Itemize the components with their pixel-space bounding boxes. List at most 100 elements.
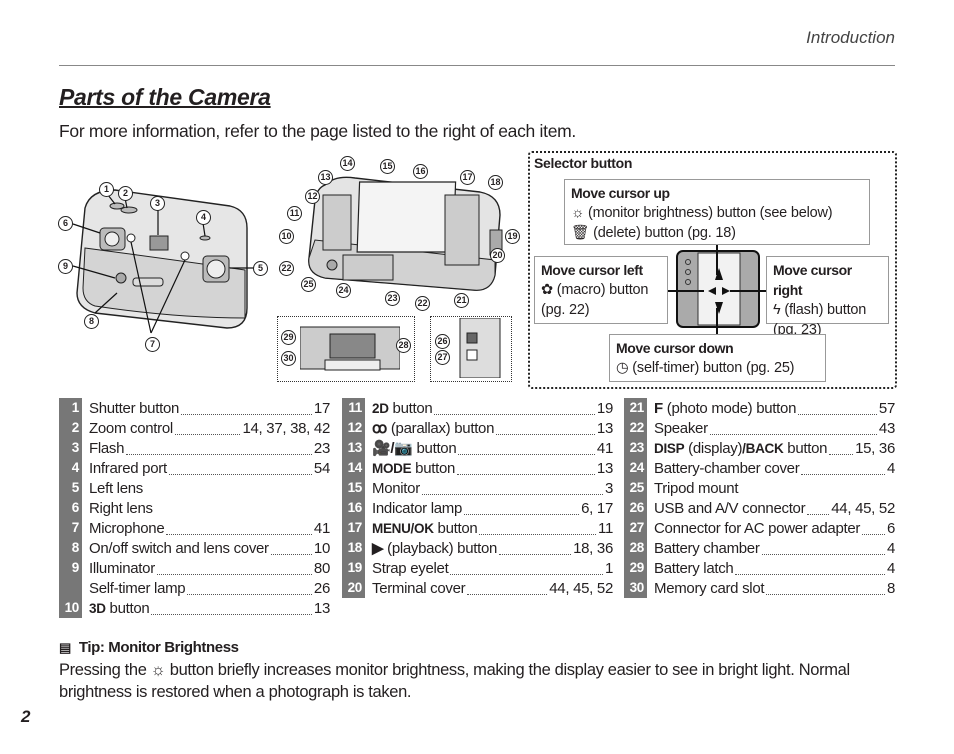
callout-16: 16 (413, 164, 428, 179)
leader-dots (126, 442, 312, 455)
part-page-ref: 8 (886, 579, 895, 597)
cursor-up-box: Move cursor up ☼ (monitor brightness) bu… (564, 179, 870, 245)
callout-4: 4 (196, 210, 211, 225)
part-page-ref: 23 (313, 439, 330, 457)
part-icon: F (654, 399, 663, 417)
callout-11: 11 (287, 206, 302, 221)
parts-row: 8 On/off switch and lens cover 10 (59, 538, 330, 558)
callout-14: 14 (340, 156, 355, 171)
part-number: 24 (624, 458, 647, 478)
part-label: Self-timer lamp (89, 579, 186, 597)
part-page-ref: 4 (886, 559, 895, 577)
part-label: MODE button (372, 459, 456, 477)
part-page-ref: 6 (886, 519, 895, 537)
leader-dots (181, 402, 312, 415)
cursor-left-box: Move cursor left ✿ (macro) button (pg. 2… (534, 256, 668, 324)
parts-row: 27 Connector for AC power adapter 6 (624, 518, 895, 538)
parts-row: 16 Indicator lamp 6, 17 (342, 498, 613, 518)
callout-10: 10 (279, 229, 294, 244)
part-label: Tripod mount (654, 479, 739, 497)
parts-column-3: 21 F (photo mode) button 57 22 Speaker 43 23 DI… (624, 398, 895, 598)
parts-row: 4 Infrared port 54 (59, 458, 330, 478)
part-label-bold: 2D (372, 400, 389, 416)
parts-row: 30 Memory card slot 8 (624, 578, 895, 598)
part-page-ref: 57 (878, 399, 895, 417)
cursor-up-line1: (monitor brightness) button (see below) (587, 205, 833, 221)
part-label: Microphone (89, 519, 165, 537)
leader-dots (499, 542, 572, 555)
callout-20: 20 (490, 248, 505, 263)
leader-dots (187, 582, 312, 595)
parts-row: 13 🎥/📷 button 41 (342, 438, 613, 458)
part-number: 20 (342, 578, 365, 598)
part-number: 26 (624, 498, 647, 518)
parts-row: 5 Left lens (59, 478, 330, 498)
delete-icon: 🗑 (571, 225, 590, 241)
part-number: 15 (342, 478, 365, 498)
callout-1: 1 (99, 182, 114, 197)
part-number: 4 (59, 458, 82, 478)
part-page-ref: 44, 45, 52 (831, 499, 895, 517)
callout-28: 28 (396, 338, 411, 353)
part-label: DISP (display)/BACK button (654, 439, 828, 457)
tip-body: Pressing the ☼ button briefly increases … (59, 659, 895, 703)
tip-heading-text: Tip: Monitor Brightness (78, 639, 239, 656)
part-number: 8 (59, 538, 82, 558)
leader-dots (709, 422, 877, 435)
callout-8: 8 (84, 314, 99, 329)
parts-row: 26 USB and A/V connector 44, 45, 52 (624, 498, 895, 518)
part-label-bold: /BACK (742, 440, 784, 456)
leader-dots (766, 582, 885, 595)
part-label: Speaker (654, 419, 708, 437)
part-label: Zoom control (89, 419, 173, 437)
part-page-ref: 11 (598, 519, 613, 537)
part-number: 23 (624, 438, 647, 458)
part-number: 30 (624, 578, 647, 598)
tip-body-start: Pressing the (59, 661, 147, 679)
part-page-ref: 6, 17 (581, 499, 613, 517)
battery-detail-illustration (300, 326, 400, 371)
tip-body-end: button briefly increases monitor brightn… (59, 661, 850, 701)
macro-icon: ✿ (541, 282, 553, 298)
part-page-ref: 26 (313, 579, 330, 597)
part-page-ref: 15, 36 (855, 439, 895, 457)
part-number: 7 (59, 518, 82, 538)
callout-29: 29 (281, 330, 296, 345)
header-rule (59, 65, 895, 66)
leader-dots (458, 442, 595, 455)
part-label: Shutter button (89, 399, 180, 417)
callout-30: 30 (281, 351, 296, 366)
callout-9: 9 (58, 259, 73, 274)
parts-row: 2 Zoom control 14, 37, 38, 42 (59, 418, 330, 438)
parts-row: 24 Battery-chamber cover 4 (624, 458, 895, 478)
leader-dots (450, 562, 603, 575)
part-page-ref: 14, 37, 38, 42 (242, 419, 330, 437)
cursor-left-heading: Move cursor left (541, 262, 643, 278)
callout-22a: 22 (279, 261, 294, 276)
parts-row: 11 2D button 19 (342, 398, 613, 418)
part-label: Illuminator (89, 559, 155, 577)
part-page-ref: 18, 36 (573, 539, 613, 557)
parts-row: 12 ꝏ (parallax) button 13 (342, 418, 613, 438)
leader-dots (798, 402, 877, 415)
parts-row: Self-timer lamp 26 (59, 578, 330, 598)
part-page-ref: 19 (596, 399, 613, 417)
part-label: MENU/OK button (372, 519, 478, 537)
intro-text: For more information, refer to the page … (59, 121, 576, 141)
cursor-right-line1: (flash) button (784, 302, 867, 318)
cursor-up-heading: Move cursor up (571, 185, 670, 201)
page-title: Parts of the Camera (59, 84, 271, 110)
part-label: F (photo mode) button (654, 399, 797, 417)
parts-row: 17 MENU/OK button 11 (342, 518, 613, 538)
callout-27: 27 (435, 350, 450, 365)
leader-dots (829, 442, 854, 455)
callout-19: 19 (505, 229, 520, 244)
leader-dots (467, 582, 548, 595)
parts-row: 7 Microphone 41 (59, 518, 330, 538)
parts-row: 18 ▶ (playback) button 18, 36 (342, 538, 613, 558)
cursor-down-box: Move cursor down ◷ (self-timer) button (… (609, 334, 826, 382)
part-label: 3D button (89, 599, 150, 617)
parts-row: 28 Battery chamber 4 (624, 538, 895, 558)
part-label: Connector for AC power adapter (654, 519, 861, 537)
self-timer-icon: ◷ (616, 360, 629, 376)
